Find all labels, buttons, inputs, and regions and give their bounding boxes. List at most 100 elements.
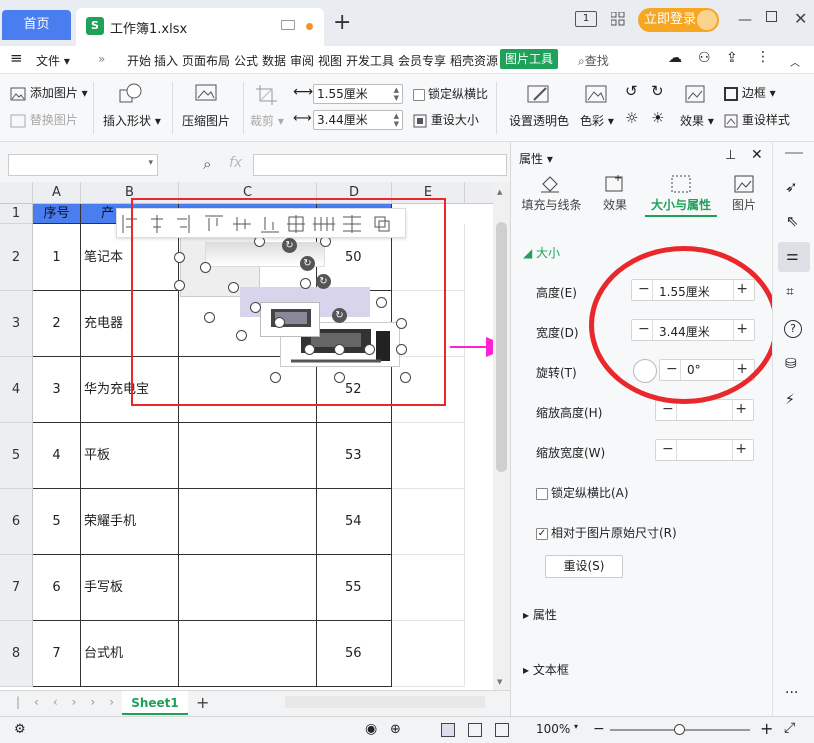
cursor-icon[interactable]: ⇖ (786, 212, 799, 230)
page-break-icon[interactable] (495, 723, 509, 737)
menu-insert[interactable]: 插入 (154, 52, 178, 69)
apps-grid-icon[interactable] (610, 11, 625, 26)
row-header[interactable]: 6 (0, 489, 33, 555)
eye-protection-icon[interactable]: ◉ (365, 721, 377, 737)
tab-effect[interactable]: 效果 (597, 196, 633, 213)
menu-developer[interactable]: 开发工具 (346, 52, 394, 69)
column-header[interactable]: A (33, 182, 81, 204)
zoom-in-icon[interactable]: + (760, 719, 773, 738)
export-icon[interactable]: ⇪ (726, 50, 738, 66)
scroll-up-icon[interactable]: ▲ (497, 188, 502, 196)
maximize-icon[interactable] (766, 11, 777, 22)
more-options-icon[interactable]: ··· (785, 685, 798, 701)
rotate-right-icon[interactable]: ↻ (651, 82, 664, 100)
border-button[interactable]: 边框 ▾ (724, 84, 776, 101)
cell-name[interactable]: 手写板 (81, 555, 179, 621)
lock-ratio-checkbox[interactable]: 锁定纵横比 (413, 85, 488, 102)
ribbon-width-input[interactable]: 3.44厘米 ▲ ▼ (313, 110, 403, 130)
menu-page-layout[interactable]: 页面布局 (182, 52, 230, 69)
spreadsheet-grid[interactable]: A B C D E 1 2 3 4 5 6 7 8 序号 产 1 笔记本 50 2 充电… (0, 182, 510, 690)
reset-size-button[interactable]: 重设大小 (413, 111, 479, 128)
cell-empty[interactable] (392, 621, 465, 687)
replace-picture-button[interactable]: 替换图片 (10, 111, 78, 128)
tab-size-properties[interactable]: 大小与属性 (645, 196, 717, 213)
row-header[interactable]: 7 (0, 555, 33, 621)
fullscreen-icon[interactable]: ⤢ (784, 720, 795, 736)
crop-button[interactable]: 裁剪 ▾ (250, 112, 284, 129)
insert-shape-icon[interactable] (118, 82, 144, 107)
page-view-icon[interactable] (468, 723, 482, 737)
row-header[interactable]: 5 (0, 423, 33, 489)
monitor-icon[interactable] (281, 20, 295, 30)
normal-view-icon[interactable] (441, 723, 455, 737)
hamburger-icon[interactable]: ≡ (10, 49, 23, 67)
color-icon[interactable] (584, 82, 610, 109)
cell-name[interactable]: 荣耀手机 (81, 489, 179, 555)
decrement-icon[interactable]: ▼ (394, 94, 399, 102)
new-tab-button[interactable]: + (333, 10, 351, 35)
panel-title[interactable]: 属性 ▾ (519, 150, 553, 167)
insert-shape-button[interactable]: 插入形状 ▾ (103, 112, 161, 129)
column-header[interactable] (465, 182, 495, 204)
drag-handle[interactable] (785, 152, 803, 154)
cell-no[interactable]: 4 (33, 423, 81, 489)
menu-picture-tools[interactable]: 图片工具 (500, 49, 559, 69)
menu-data[interactable]: 数据 (262, 52, 286, 69)
cell-empty[interactable] (179, 555, 317, 621)
home-tab[interactable]: 首页 (2, 10, 71, 40)
transparent-icon[interactable] (526, 82, 552, 109)
cell-no[interactable]: 2 (33, 291, 81, 357)
relative-size-option[interactable]: ✓ 相对于图片原始尺寸(R) (536, 524, 677, 541)
collapse-icon[interactable]: ︿ (790, 54, 800, 69)
cloud-icon[interactable]: ☁ (668, 50, 682, 66)
cell-no[interactable]: 6 (33, 555, 81, 621)
layout-icon[interactable]: 1 (575, 11, 597, 27)
pin-icon[interactable]: ⊥ (725, 148, 736, 163)
minus-icon[interactable]: − (662, 441, 674, 457)
increment-icon[interactable]: ▲ (394, 112, 399, 120)
cell-no[interactable]: 1 (33, 224, 81, 291)
formula-input[interactable] (253, 154, 507, 176)
rotate-left-icon[interactable]: ↺ (625, 82, 638, 100)
cell-empty[interactable] (392, 423, 465, 489)
increment-icon[interactable]: ▲ (394, 86, 399, 94)
ribbon-height-input[interactable]: 1.55厘米 ▲ ▼ (313, 84, 403, 104)
file-menu[interactable]: 文件 ▾ (36, 52, 70, 69)
backup-icon[interactable]: ⛁ (785, 356, 797, 372)
plus-icon[interactable]: + (735, 401, 747, 417)
row-header[interactable]: 2 (0, 224, 33, 291)
properties-section-header[interactable]: ▸ 属性 (523, 606, 557, 623)
menu-view[interactable]: 视图 (318, 52, 342, 69)
scroll-down-icon[interactable]: ▼ (497, 678, 502, 686)
cell-name[interactable]: 台式机 (81, 621, 179, 687)
cell-empty[interactable] (179, 423, 317, 489)
vertical-scrollbar[interactable]: ▲ ▼ (493, 182, 510, 690)
fill-line-icon[interactable] (539, 174, 561, 197)
plus-icon[interactable]: + (735, 441, 747, 457)
tab-picture[interactable]: 图片 (729, 196, 759, 213)
sheet-tab[interactable]: Sheet1 (122, 691, 188, 715)
effect-tab-icon[interactable] (604, 174, 626, 197)
more-icon[interactable]: ⋮ (756, 49, 770, 65)
cell-no[interactable]: 3 (33, 357, 81, 423)
reset-style-button[interactable]: 重设样式 (724, 111, 790, 128)
cell-empty[interactable] (392, 555, 465, 621)
close-icon[interactable]: ✕ (751, 147, 763, 163)
cell-empty[interactable] (179, 489, 317, 555)
cell-value[interactable]: 56 (317, 621, 392, 687)
compress-button[interactable]: 压缩图片 (182, 112, 230, 129)
chevron-down-icon[interactable]: ▾ (148, 158, 153, 168)
brightness-up-icon[interactable]: ☼ (625, 109, 638, 127)
expand-icon[interactable]: » (98, 52, 105, 66)
tab-fill-line[interactable]: 填充与线条 (519, 196, 584, 213)
help-icon[interactable]: ? (784, 320, 802, 338)
rocket-icon[interactable]: ➶ (785, 178, 798, 196)
row-header[interactable]: 3 (0, 291, 33, 357)
select-all-corner[interactable] (0, 182, 33, 204)
macro-icon[interactable]: ⚙ (14, 722, 26, 737)
cell-value[interactable]: 54 (317, 489, 392, 555)
properties-sidebar-button[interactable]: ⚌ (778, 242, 810, 272)
workbook-tab[interactable]: S 工作簿1.xlsx (76, 8, 324, 46)
scale-width-input[interactable]: − + (655, 439, 754, 461)
zoom-icon[interactable]: ⌕ (203, 155, 211, 173)
